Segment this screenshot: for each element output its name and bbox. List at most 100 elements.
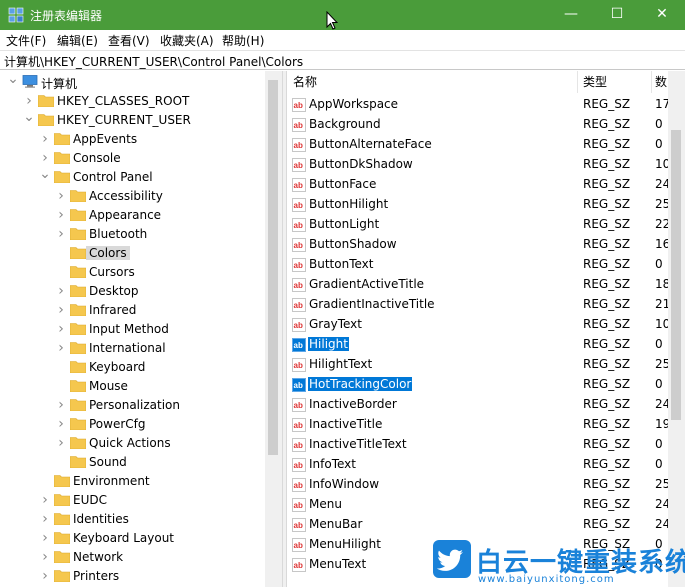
folder-icon <box>69 303 87 317</box>
title-bar[interactable]: 注册表编辑器 — ☐ ✕ <box>0 0 685 30</box>
chevron-right-icon[interactable]: › <box>54 284 68 298</box>
chevron-right-icon[interactable]: › <box>54 322 68 336</box>
chevron-down-icon[interactable]: ⌄ <box>38 167 52 184</box>
chevron-down-icon[interactable]: ⌄ <box>22 110 36 127</box>
value-row[interactable]: ab AppWorkspace REG_SZ 17 <box>287 95 668 115</box>
tree-node[interactable]: › EUDC <box>38 491 260 510</box>
tree-node[interactable]: ⌄ HKEY_CURRENT_USER <box>22 110 260 130</box>
chevron-right-icon[interactable]: › <box>22 94 36 108</box>
chevron-right-icon[interactable]: › <box>38 569 52 583</box>
registry-tree[interactable]: ⌄ 计算机 › HKEY_CLASSES_ROOT ⌄ HKEY_CURRENT_USER… <box>0 71 282 587</box>
tree-node[interactable]: › Console <box>38 149 260 168</box>
tree-node-label: HKEY_CURRENT_USER <box>57 113 191 127</box>
value-row[interactable]: ab ButtonFace REG_SZ 24 <box>287 175 668 195</box>
chevron-right-icon[interactable]: › <box>54 208 68 222</box>
value-row[interactable]: ab Hilight REG_SZ 0 <box>287 335 668 355</box>
tree-node[interactable]: › AppEvents <box>38 130 260 149</box>
menu-favorites[interactable]: 收藏夹(A) <box>160 32 214 49</box>
column-header-type[interactable]: 类型 <box>578 71 652 93</box>
tree-node[interactable]: ⌄ 计算机 <box>6 72 260 92</box>
value-list[interactable]: 名称 类型 数 ab AppWorkspace REG_SZ 17 ab Backgrou… <box>287 71 668 587</box>
tree-node-label: Infrared <box>89 303 137 317</box>
value-row[interactable]: ab InactiveTitleText REG_SZ 0 <box>287 435 668 455</box>
value-row[interactable]: ab ButtonDkShadow REG_SZ 10 <box>287 155 668 175</box>
chevron-right-icon[interactable]: › <box>38 132 52 146</box>
menu-file[interactable]: 文件(F) <box>6 32 46 49</box>
value-row[interactable]: ab InfoText REG_SZ 0 <box>287 455 668 475</box>
tree-node[interactable]: Environment <box>38 472 260 491</box>
chevron-right-icon[interactable]: › <box>54 227 68 241</box>
value-row[interactable]: ab InactiveTitle REG_SZ 19 <box>287 415 668 435</box>
value-row[interactable]: ab ButtonHilight REG_SZ 25 <box>287 195 668 215</box>
value-row[interactable]: ab HilightText REG_SZ 25 <box>287 355 668 375</box>
column-header-data[interactable]: 数 <box>652 71 668 93</box>
tree-node[interactable]: › Network <box>38 548 260 567</box>
tree-node[interactable]: ⌄ Control Panel <box>38 167 260 187</box>
chevron-right-icon[interactable]: › <box>54 417 68 431</box>
maximize-button[interactable]: ☐ <box>594 0 640 30</box>
tree-node[interactable]: › Infrared <box>54 301 260 320</box>
chevron-right-icon[interactable]: › <box>38 151 52 165</box>
chevron-right-icon[interactable]: › <box>54 303 68 317</box>
list-scrollbar-thumb[interactable] <box>671 130 681 420</box>
tree-node[interactable]: › Personalization <box>54 396 260 415</box>
chevron-right-icon[interactable]: › <box>38 550 52 564</box>
tree-node[interactable]: › Appearance <box>54 206 260 225</box>
tree-node-label: AppEvents <box>73 132 138 146</box>
tree-node[interactable]: › Quick Actions <box>54 434 260 453</box>
tree-node[interactable]: › Desktop <box>54 282 260 301</box>
string-value-icon: ab <box>292 178 306 192</box>
tree-node[interactable]: Colors <box>54 244 260 263</box>
tree-node[interactable]: › Identities <box>38 510 260 529</box>
tree-node[interactable]: Mouse <box>54 377 260 396</box>
tree-node[interactable]: › Bluetooth <box>54 225 260 244</box>
chevron-right-icon[interactable]: › <box>54 436 68 450</box>
tree-node[interactable]: Cursors <box>54 263 260 282</box>
value-name: ButtonLight <box>309 217 380 231</box>
column-header-name[interactable]: 名称 <box>287 71 578 93</box>
value-data: 0 <box>655 257 663 271</box>
value-row[interactable]: ab GradientInactiveTitle REG_SZ 21 <box>287 295 668 315</box>
value-row[interactable]: ab ButtonLight REG_SZ 22 <box>287 215 668 235</box>
address-path[interactable]: 计算机\HKEY_CURRENT_USER\Control Panel\Colo… <box>4 53 303 70</box>
chevron-right-icon[interactable]: › <box>54 341 68 355</box>
tree-node[interactable]: › HKEY_CLASSES_ROOT <box>22 92 260 111</box>
tree-scrollbar-thumb[interactable] <box>268 80 278 455</box>
value-row[interactable]: ab GrayText REG_SZ 10 <box>287 315 668 335</box>
tree-node[interactable]: › Keyboard Layout <box>38 529 260 548</box>
chevron-down-icon[interactable]: ⌄ <box>6 72 20 89</box>
value-type: REG_SZ <box>583 477 631 491</box>
tree-node[interactable]: › International <box>54 339 260 358</box>
menu-edit[interactable]: 编辑(E) <box>57 32 98 49</box>
address-bar[interactable]: 计算机\HKEY_CURRENT_USER\Control Panel\Colo… <box>0 50 685 70</box>
value-row[interactable]: ab GradientActiveTitle REG_SZ 18 <box>287 275 668 295</box>
chevron-right-icon[interactable]: › <box>54 189 68 203</box>
value-row[interactable]: ab ButtonText REG_SZ 0 <box>287 255 668 275</box>
string-value-icon: ab <box>292 498 306 512</box>
chevron-right-icon[interactable]: › <box>38 493 52 507</box>
tree-node[interactable]: Sound <box>54 453 260 472</box>
string-value-icon: ab <box>292 278 306 292</box>
minimize-button[interactable]: — <box>548 0 594 30</box>
chevron-right-icon[interactable]: › <box>38 512 52 526</box>
tree-node[interactable]: › Input Method <box>54 320 260 339</box>
value-row[interactable]: ab HotTrackingColor REG_SZ 0 <box>287 375 668 395</box>
tree-node[interactable]: › Printers <box>38 567 260 586</box>
chevron-right-icon[interactable]: › <box>54 398 68 412</box>
value-row[interactable]: ab MenuBar REG_SZ 24 <box>287 515 668 535</box>
value-row[interactable]: ab Menu REG_SZ 24 <box>287 495 668 515</box>
tree-node[interactable]: › PowerCfg <box>54 415 260 434</box>
string-value-icon: ab <box>292 358 306 372</box>
chevron-right-icon[interactable]: › <box>38 531 52 545</box>
value-row[interactable]: ab Background REG_SZ 0 <box>287 115 668 135</box>
tree-node[interactable]: › Accessibility <box>54 187 260 206</box>
tree-node[interactable]: Keyboard <box>54 358 260 377</box>
string-value-icon: ab <box>292 558 306 572</box>
value-row[interactable]: ab ButtonAlternateFace REG_SZ 0 <box>287 135 668 155</box>
menu-help[interactable]: 帮助(H) <box>222 32 264 49</box>
value-row[interactable]: ab ButtonShadow REG_SZ 16 <box>287 235 668 255</box>
value-row[interactable]: ab InfoWindow REG_SZ 25 <box>287 475 668 495</box>
menu-view[interactable]: 查看(V) <box>108 32 150 49</box>
close-button[interactable]: ✕ <box>639 0 685 30</box>
value-row[interactable]: ab InactiveBorder REG_SZ 24 <box>287 395 668 415</box>
